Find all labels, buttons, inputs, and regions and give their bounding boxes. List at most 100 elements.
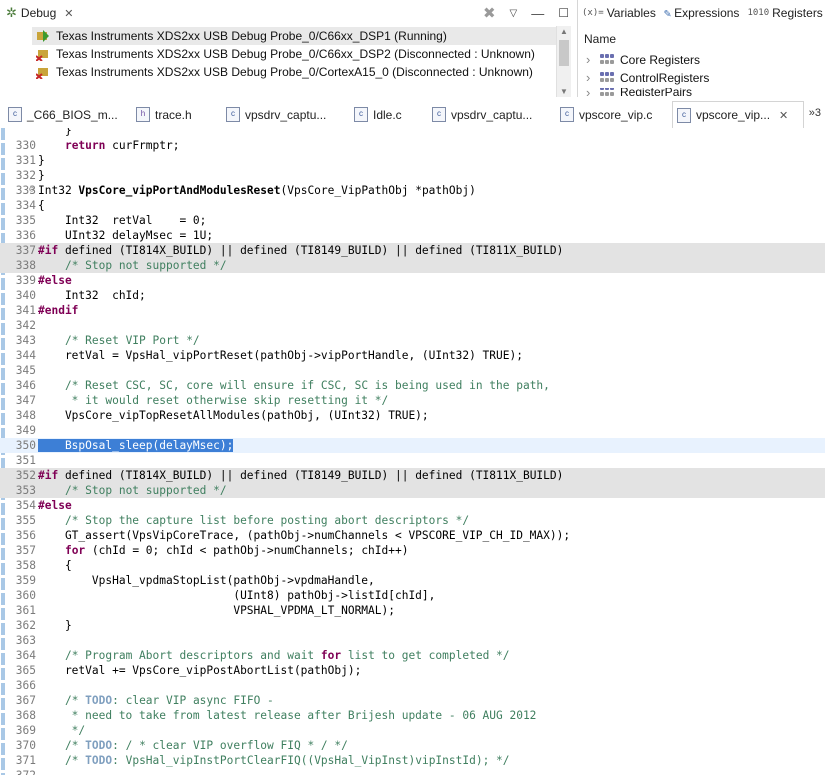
fold-icon[interactable]: ⊖ (29, 183, 37, 198)
view-menu-icon[interactable]: ▽ (510, 8, 518, 19)
code-line[interactable]: 369 */ (0, 723, 825, 738)
code-line[interactable]: 372 (0, 768, 825, 775)
editor-tab[interactable]: c _C66_BIOS_m... (4, 101, 128, 128)
code-line[interactable]: 360 (UInt8) pathObj->listId[chId], (0, 588, 825, 603)
variables-tab[interactable]: (x)= Variables (582, 6, 656, 20)
code-line[interactable]: 344 retVal = VpsHal_vipPortReset(pathObj… (0, 348, 825, 363)
debug-tab[interactable]: ✲ Debug ✕ (2, 1, 80, 25)
code-text: for (chId = 0; chId < pathObj->numChanne… (64, 544, 409, 557)
code-text: */ (38, 724, 86, 737)
code-line[interactable]: 357 for (chId = 0; chId < pathObj->numCh… (0, 543, 825, 558)
editor-tab[interactable]: c vpscore_vip.c (556, 101, 668, 128)
debug-tree-item[interactable]: Texas Instruments XDS2xx USB Debug Probe… (35, 63, 533, 81)
code-line[interactable]: 338 /* Stop not supported */ (0, 258, 825, 273)
code-line[interactable]: 364 /* Program Abort descriptors and wai… (0, 648, 825, 663)
code-line[interactable]: } (0, 128, 825, 138)
tab-label: Variables (606, 6, 656, 20)
code-line[interactable]: 330 return curFrmptr; (0, 138, 825, 153)
code-line[interactable]: 350 BspOsal_sleep(delayMsec); (0, 438, 825, 453)
code-line[interactable]: 334{ (0, 198, 825, 213)
code-line[interactable]: 363 (0, 633, 825, 648)
debug-icon: ✲ (6, 5, 17, 20)
register-group-item[interactable]: › Core Registers (586, 52, 700, 67)
code-line[interactable]: 331} (0, 153, 825, 168)
code-editor[interactable]: } 330 return curFrmptr; 331} 332} 333 ⊖ Int32 … (0, 128, 825, 775)
editor-tab[interactable]: h trace.h (132, 101, 216, 128)
code-text: /* Stop not supported */ (64, 484, 227, 497)
editor-tab[interactable]: c vpsdrv_captu... (428, 101, 552, 128)
code-text: /* Program Abort descriptors and wait fo… (64, 649, 510, 662)
debug-tree-item[interactable]: Texas Instruments XDS2xx USB Debug Probe… (35, 45, 535, 63)
code-line[interactable]: 336 UInt32 delayMsec = 1U; (0, 228, 825, 243)
code-line[interactable]: 349 (0, 423, 825, 438)
code-line[interactable]: 343 /* Reset VIP Port */ (0, 333, 825, 348)
code-text: VpsCore_vipTopResetAllModules(pathObj, (… (38, 409, 429, 422)
code-line[interactable]: 333 ⊖ Int32 VpsCore_vipPortAndModulesReset… (0, 183, 825, 198)
register-group-item[interactable]: › ControlRegisters (586, 70, 709, 85)
scroll-thumb[interactable] (559, 40, 569, 66)
maximize-icon[interactable]: ☐ (558, 6, 569, 20)
code-line[interactable]: 365 retVal += VpsCore_vipPostAbortList(p… (0, 663, 825, 678)
expressions-tab[interactable]: ✎ Expressions (664, 6, 740, 20)
c-file-icon: c (560, 107, 574, 122)
c-file-icon: c (677, 107, 691, 123)
expressions-icon: ✎ (663, 6, 672, 20)
code-line[interactable]: 335 Int32 retVal = 0; (0, 213, 825, 228)
code-line[interactable]: 359 VpsHal_vpdmaStopList(pathObj->vpdmaH… (0, 573, 825, 588)
close-icon[interactable]: ✕ (64, 7, 73, 20)
registers-tab[interactable]: 1010 Registers (747, 6, 822, 20)
code-line[interactable]: 332} (0, 168, 825, 183)
register-group-item[interactable]: › RegisterPairs (586, 88, 692, 96)
debug-tree-scrollbar[interactable]: ▲ ▼ (556, 26, 571, 97)
scroll-up-icon[interactable]: ▲ (560, 27, 568, 36)
editor-tab-label: trace.h (155, 107, 192, 122)
variables-tab-bar: (x)= Variables ✎ Expressions 1010 Registers (578, 0, 825, 26)
code-line[interactable]: 362 } (0, 618, 825, 633)
code-line[interactable]: 342 (0, 318, 825, 333)
code-line[interactable]: 352 #if defined (TI814X_BUILD) || defined… (0, 468, 825, 483)
code-line[interactable]: 368 * need to take from latest release a… (0, 708, 825, 723)
line-number: 334 (15, 199, 36, 212)
chevron-right-icon[interactable]: › (586, 52, 596, 67)
chevron-right-icon[interactable]: › (586, 70, 596, 85)
debug-view: ✲ Debug ✕ ✖ ▽ — ☐ Texas Instruments XDS2… (0, 0, 578, 97)
code-line[interactable]: 346 /* Reset CSC, SC, core will ensure i… (0, 378, 825, 393)
code-line[interactable]: 341 #endif (0, 303, 825, 318)
code-line[interactable]: 351 (0, 453, 825, 468)
code-line[interactable]: 366 (0, 678, 825, 693)
minimize-icon[interactable]: — (531, 6, 544, 21)
code-line[interactable]: 358 { (0, 558, 825, 573)
scroll-down-icon[interactable]: ▼ (560, 87, 568, 96)
code-line[interactable]: 353 /* Stop not supported */ (0, 483, 825, 498)
debug-tree-item-label: Texas Instruments XDS2xx USB Debug Probe… (56, 65, 533, 79)
code-line[interactable]: 340 Int32 chId; (0, 288, 825, 303)
code-line[interactable]: 345 (0, 363, 825, 378)
code-text: VPSHAL_VPDMA_LT_NORMAL); (38, 604, 395, 617)
code-text: return curFrmptr; (64, 139, 180, 152)
editor-tab[interactable]: c vpscore_vip... ✕ (672, 101, 804, 129)
code-line[interactable]: 354 #else (0, 498, 825, 513)
code-line[interactable]: 347 * it would reset otherwise skip rese… (0, 393, 825, 408)
name-column-header[interactable]: Name (584, 32, 616, 46)
line-number: 357 (15, 544, 36, 557)
close-icon[interactable]: ✕ (779, 109, 788, 122)
code-line[interactable]: 371 /* TODO: VpsHal_vipInstPortClearFIQ(… (0, 753, 825, 768)
code-line[interactable]: 339 #else (0, 273, 825, 288)
editor-tab[interactable]: c Idle.c (350, 101, 424, 128)
line-number: 372 (10, 768, 36, 775)
tab-overflow-button[interactable]: »3 (809, 107, 821, 119)
code-line[interactable]: 356 GT_assert(VpsVipCoreTrace, (pathObj-… (0, 528, 825, 543)
editor-tab-label: Idle.c (373, 107, 402, 122)
editor-tab[interactable]: c vpsdrv_captu... (222, 101, 346, 128)
code-line[interactable]: 370 /* TODO: / * clear VIP overflow FIQ … (0, 738, 825, 753)
code-line[interactable]: 337 #if defined (TI814X_BUILD) || defined… (0, 243, 825, 258)
line-number: 339 (15, 274, 36, 287)
code-text: Int32 VpsCore_vipPortAndModulesReset(Vps… (38, 184, 476, 197)
code-line[interactable]: 361 VPSHAL_VPDMA_LT_NORMAL); (0, 603, 825, 618)
chevron-right-icon[interactable]: › (586, 88, 596, 96)
remove-all-terminated-icon[interactable]: ✖ (483, 4, 496, 22)
code-line[interactable]: 367 /* TODO: clear VIP async FIFO - (0, 693, 825, 708)
code-line[interactable]: 348 VpsCore_vipTopResetAllModules(pathOb… (0, 408, 825, 423)
debug-tree-item[interactable]: Texas Instruments XDS2xx USB Debug Probe… (32, 27, 556, 45)
code-line[interactable]: 355 /* Stop the capture list before post… (0, 513, 825, 528)
